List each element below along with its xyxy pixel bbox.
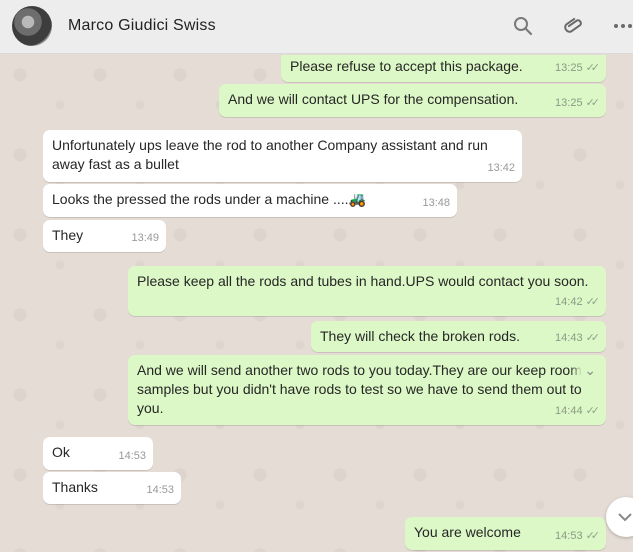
message-meta: 14:44 ✓✓ bbox=[555, 402, 601, 421]
message-text: Please refuse to accept this package. bbox=[290, 58, 523, 74]
scroll-to-bottom-button[interactable] bbox=[606, 497, 633, 537]
message-meta: 14:53 bbox=[118, 447, 146, 466]
read-receipt-icon: ✓✓ bbox=[585, 405, 601, 417]
message-bubble-incoming[interactable]: They 13:49 bbox=[43, 220, 166, 252]
message-time: 14:53 bbox=[555, 530, 583, 542]
message-text: Please keep all the rods and tubes in ha… bbox=[137, 273, 589, 289]
contact-name[interactable]: Marco Giudici Swiss bbox=[68, 17, 216, 35]
message-meta: 14:43 ✓✓ bbox=[555, 329, 601, 348]
message-text: You are welcome bbox=[414, 524, 521, 540]
chevron-down-icon bbox=[618, 513, 632, 522]
message-text: Looks the pressed the rods under a machi… bbox=[52, 191, 366, 207]
read-receipt-icon: ✓✓ bbox=[585, 530, 601, 542]
message-text: Unfortunately ups leave the rod to anoth… bbox=[52, 137, 488, 172]
search-icon[interactable] bbox=[510, 13, 536, 39]
contact-avatar[interactable] bbox=[12, 6, 52, 46]
message-meta: 14:53 bbox=[146, 481, 174, 500]
menu-icon[interactable] bbox=[610, 13, 633, 39]
read-receipt-icon: ✓✓ bbox=[585, 332, 601, 344]
message-time: 14:53 bbox=[118, 450, 146, 462]
read-receipt-icon: ✓✓ bbox=[585, 97, 601, 109]
message-time: 14:53 bbox=[146, 484, 174, 496]
message-bubble-incoming[interactable]: Ok 14:53 bbox=[43, 437, 153, 470]
message-bubble-incoming[interactable]: Unfortunately ups leave the rod to anoth… bbox=[43, 130, 522, 182]
message-time: 13:42 bbox=[487, 162, 515, 174]
message-meta: 14:53 ✓✓ bbox=[555, 527, 601, 546]
message-list[interactable]: Please refuse to accept this package. 13… bbox=[0, 55, 633, 552]
message-bubble-outgoing[interactable]: Please refuse to accept this package. 13… bbox=[281, 55, 606, 82]
message-meta: 14:42 ✓✓ bbox=[555, 293, 601, 312]
message-meta: 13:49 bbox=[131, 229, 159, 248]
message-meta: 13:25 ✓✓ bbox=[555, 94, 601, 113]
message-time: 14:43 bbox=[555, 332, 583, 344]
message-time: 13:25 bbox=[555, 97, 583, 109]
message-bubble-outgoing[interactable]: And we will send another two rods to you… bbox=[128, 355, 606, 425]
message-time: 13:49 bbox=[131, 232, 159, 244]
message-text: They will check the broken rods. bbox=[320, 328, 520, 344]
message-bubble-incoming[interactable]: Thanks 14:53 bbox=[43, 472, 181, 504]
message-text: And we will send another two rods to you… bbox=[137, 362, 582, 416]
message-bubble-outgoing[interactable]: They will check the broken rods. 14:43 ✓… bbox=[311, 321, 606, 352]
message-time: 14:42 bbox=[555, 296, 583, 308]
attach-icon[interactable] bbox=[561, 13, 587, 39]
message-text: They bbox=[52, 227, 84, 243]
message-bubble-outgoing[interactable]: And we will contact UPS for the compensa… bbox=[219, 84, 606, 117]
read-receipt-icon: ✓✓ bbox=[585, 296, 601, 308]
message-meta: 13:42 bbox=[487, 159, 515, 178]
message-text: Ok bbox=[52, 444, 70, 460]
chat-header: Marco Giudici Swiss bbox=[0, 0, 633, 54]
message-text: And we will contact UPS for the compensa… bbox=[228, 91, 519, 107]
message-time: 14:44 bbox=[555, 405, 583, 417]
message-meta: 13:25 ✓✓ bbox=[555, 59, 601, 78]
chevron-down-icon[interactable]: ⌄ bbox=[570, 361, 598, 380]
message-time: 13:48 bbox=[422, 197, 450, 209]
message-meta: 13:48 bbox=[422, 194, 450, 213]
message-text: Thanks bbox=[52, 479, 98, 495]
message-bubble-incoming[interactable]: Looks the pressed the rods under a machi… bbox=[43, 184, 457, 217]
message-bubble-outgoing[interactable]: You are welcome 14:53 ✓✓ bbox=[405, 517, 606, 550]
read-receipt-icon: ✓✓ bbox=[585, 62, 601, 74]
message-time: 13:25 bbox=[555, 62, 583, 74]
message-bubble-outgoing[interactable]: Please keep all the rods and tubes in ha… bbox=[128, 266, 606, 316]
